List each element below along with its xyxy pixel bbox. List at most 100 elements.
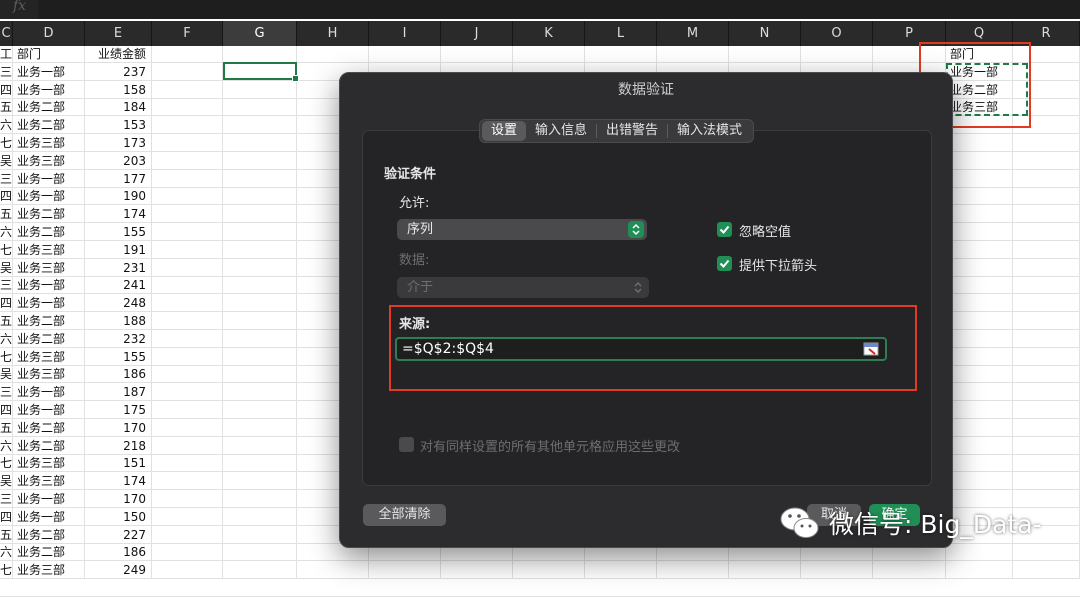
cell-d[interactable]: 业务二部	[17, 438, 83, 455]
cell-d[interactable]: 业务二部	[17, 313, 83, 330]
cell-d[interactable]: 业务二部	[17, 527, 83, 544]
cell-d[interactable]: 业务三部	[17, 135, 83, 152]
cell-e[interactable]: 153	[89, 117, 146, 134]
cell-c[interactable]: 六	[0, 224, 12, 241]
cell-c[interactable]: 七	[0, 135, 12, 152]
dropdown-arrow-checkbox[interactable]	[717, 256, 732, 271]
cell-d[interactable]: 业务三部	[17, 455, 83, 472]
cell-d[interactable]: 业务二部	[17, 117, 83, 134]
ignore-blank-label[interactable]: 忽略空值	[739, 221, 791, 240]
cell-e[interactable]: 186	[89, 366, 146, 383]
cell-c[interactable]: 六	[0, 331, 12, 348]
allow-select[interactable]: 序列	[397, 219, 647, 240]
cell-c[interactable]: 三	[0, 64, 12, 81]
cell-d[interactable]: 业务一部	[17, 277, 83, 294]
cell-c[interactable]: 五	[0, 206, 12, 223]
cell-e[interactable]: 155	[89, 349, 146, 366]
cell-c[interactable]: 五	[0, 420, 12, 437]
cell-e[interactable]: 184	[89, 99, 146, 116]
cell-e[interactable]: 150	[89, 509, 146, 526]
cell-d[interactable]: 业务一部	[17, 384, 83, 401]
cell-e[interactable]: 191	[89, 242, 146, 259]
cell-e[interactable]: 158	[89, 82, 146, 99]
cell-c[interactable]: 吴	[0, 473, 12, 490]
cell-e[interactable]: 151	[89, 455, 146, 472]
column-header-l[interactable]: L	[585, 21, 657, 46]
cell-d[interactable]: 业务一部	[17, 491, 83, 508]
cell-e[interactable]: 187	[89, 384, 146, 401]
cell-c[interactable]: 五	[0, 527, 12, 544]
apply-all-checkbox[interactable]	[399, 437, 414, 452]
selected-cell[interactable]	[223, 62, 299, 82]
cell-e[interactable]: 155	[89, 224, 146, 241]
cell-d[interactable]: 业务三部	[17, 153, 83, 170]
cell-c[interactable]: 三	[0, 171, 12, 188]
cell-c[interactable]: 工	[0, 46, 12, 63]
cell-e[interactable]: 248	[89, 295, 146, 312]
cell-c[interactable]: 六	[0, 117, 12, 134]
cell-c[interactable]: 七	[0, 349, 12, 366]
cell-d[interactable]: 业务三部	[17, 349, 83, 366]
ignore-blank-checkbox[interactable]	[717, 222, 732, 237]
cell-c[interactable]: 七	[0, 242, 12, 259]
cell-c[interactable]: 四	[0, 295, 12, 312]
cell-c[interactable]: 三	[0, 491, 12, 508]
cell-c[interactable]: 七	[0, 562, 12, 579]
cell-d[interactable]: 业务三部	[17, 562, 83, 579]
tab-input-message[interactable]: 输入信息	[526, 121, 596, 141]
column-header-c[interactable]: C	[0, 21, 13, 46]
cell-c[interactable]: 四	[0, 82, 12, 99]
cell-d[interactable]: 业务一部	[17, 64, 83, 81]
cell-c[interactable]: 吴	[0, 153, 12, 170]
cell-e[interactable]: 业绩金额	[89, 46, 146, 63]
cell-d[interactable]: 业务一部	[17, 402, 83, 419]
cell-d[interactable]: 业务一部	[17, 171, 83, 188]
cell-c[interactable]: 五	[0, 313, 12, 330]
cell-d[interactable]: 业务一部	[17, 295, 83, 312]
cell-c[interactable]: 吴	[0, 260, 12, 277]
column-header-m[interactable]: M	[657, 21, 729, 46]
cell-d[interactable]: 业务一部	[17, 82, 83, 99]
column-header-d[interactable]: D	[13, 21, 85, 46]
column-header-i[interactable]: I	[369, 21, 441, 46]
cell-c[interactable]: 三	[0, 277, 12, 294]
cell-c[interactable]: 吴	[0, 366, 12, 383]
cell-c[interactable]: 四	[0, 509, 12, 526]
column-header-n[interactable]: N	[729, 21, 801, 46]
tab-ime-mode[interactable]: 输入法模式	[668, 121, 751, 141]
column-header-g[interactable]: G	[223, 21, 297, 46]
cell-e[interactable]: 218	[89, 438, 146, 455]
cell-e[interactable]: 170	[89, 491, 146, 508]
cell-d[interactable]: 业务三部	[17, 366, 83, 383]
cell-c[interactable]: 五	[0, 99, 12, 116]
cell-e[interactable]: 237	[89, 64, 146, 81]
tab-error-alert[interactable]: 出错警告	[597, 121, 667, 141]
cell-e[interactable]: 174	[89, 206, 146, 223]
cell-e[interactable]: 241	[89, 277, 146, 294]
cell-e[interactable]: 173	[89, 135, 146, 152]
cell-c[interactable]: 六	[0, 544, 12, 561]
cell-e[interactable]: 232	[89, 331, 146, 348]
cell-e[interactable]: 174	[89, 473, 146, 490]
cell-d[interactable]: 部门	[17, 46, 83, 63]
apply-all-label[interactable]: 对有同样设置的所有其他单元格应用这些更改	[420, 436, 680, 455]
cell-d[interactable]: 业务一部	[17, 188, 83, 205]
cell-e[interactable]: 177	[89, 171, 146, 188]
cell-d[interactable]: 业务三部	[17, 473, 83, 490]
cell-c[interactable]: 四	[0, 402, 12, 419]
column-header-f[interactable]: F	[152, 21, 223, 46]
column-header-e[interactable]: E	[85, 21, 152, 46]
cell-c[interactable]: 六	[0, 438, 12, 455]
cell-e[interactable]: 170	[89, 420, 146, 437]
cell-d[interactable]: 业务三部	[17, 242, 83, 259]
cell-d[interactable]: 业务二部	[17, 331, 83, 348]
cell-c[interactable]: 七	[0, 455, 12, 472]
dropdown-arrow-label[interactable]: 提供下拉箭头	[739, 255, 817, 274]
column-header-k[interactable]: K	[513, 21, 585, 46]
cell-d[interactable]: 业务一部	[17, 509, 83, 526]
fill-handle[interactable]	[292, 75, 299, 82]
cell-d[interactable]: 业务二部	[17, 420, 83, 437]
cell-d[interactable]: 业务二部	[17, 544, 83, 561]
cell-d[interactable]: 业务二部	[17, 206, 83, 223]
cell-e[interactable]: 203	[89, 153, 146, 170]
